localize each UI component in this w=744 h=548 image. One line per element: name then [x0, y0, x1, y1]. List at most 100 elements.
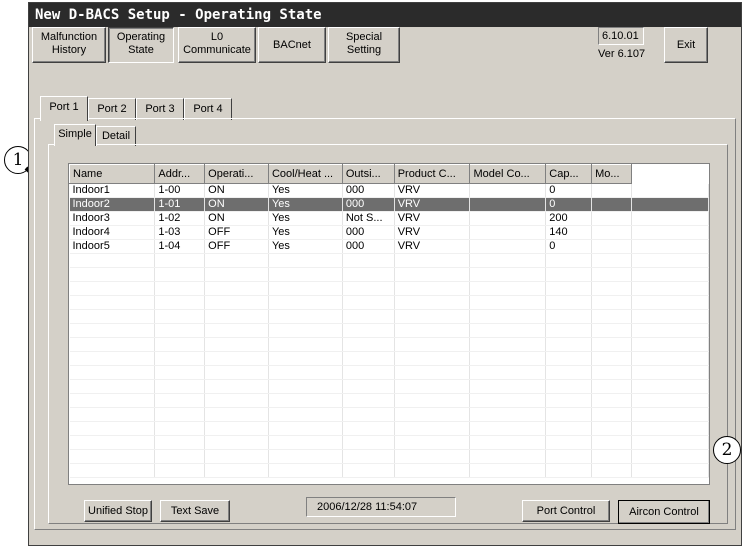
- table-row[interactable]: [69, 281, 709, 296]
- column-header[interactable]: Addr...: [154, 164, 206, 184]
- table-cell: [469, 435, 547, 450]
- text-save-label: Text Save: [170, 505, 220, 517]
- table-row[interactable]: [69, 295, 709, 310]
- table-cell: [591, 253, 632, 268]
- malfunction-history-button[interactable]: Malfunction History: [32, 27, 106, 63]
- table-cell: [268, 407, 343, 422]
- table-cell: [204, 379, 269, 394]
- table-row[interactable]: [69, 267, 709, 282]
- tab-simple[interactable]: Simple: [54, 124, 96, 146]
- column-header[interactable]: Operati...: [204, 164, 269, 184]
- table-row[interactable]: [69, 379, 709, 394]
- table-cell: [469, 365, 547, 380]
- column-header[interactable]: Name: [69, 164, 156, 184]
- table-cell: [342, 407, 395, 422]
- table-row[interactable]: [69, 407, 709, 422]
- table-row[interactable]: [69, 393, 709, 408]
- table-cell: 1-00: [154, 183, 206, 198]
- table-cell: [591, 449, 632, 464]
- table-cell: [591, 281, 632, 296]
- table-cell: [591, 267, 632, 282]
- column-header[interactable]: Model Co...: [469, 164, 547, 184]
- table-row[interactable]: [69, 323, 709, 338]
- table-cell-blank: [631, 309, 709, 324]
- bacnet-button[interactable]: BACnet: [258, 27, 326, 63]
- column-header-blank: [631, 164, 709, 184]
- special-setting-button[interactable]: Special Setting: [328, 27, 400, 63]
- column-header[interactable]: Product C...: [393, 164, 471, 184]
- tab-detail[interactable]: Detail: [96, 126, 136, 146]
- table-cell: [154, 463, 206, 478]
- table-row[interactable]: [69, 365, 709, 380]
- table-row[interactable]: Indoor5 1-04 OFF Yes 000 VRV 0: [69, 239, 709, 254]
- table-cell: [469, 351, 547, 366]
- operating-state-button[interactable]: Operating State: [108, 27, 174, 63]
- table-cell-blank: [631, 323, 709, 338]
- column-header[interactable]: Cool/Heat ...: [267, 164, 343, 184]
- table-cell: [545, 463, 593, 478]
- table-cell: [69, 407, 156, 422]
- table-cell: [69, 449, 156, 464]
- tab-port-3[interactable]: Port 3: [136, 98, 184, 120]
- table-cell-blank: [631, 211, 709, 226]
- table-row[interactable]: Indoor3 1-02 ON Yes Not S... VRV 200: [69, 211, 709, 226]
- table-cell: OFF: [204, 225, 269, 240]
- table-cell: [154, 393, 206, 408]
- table-row[interactable]: [69, 435, 709, 450]
- table-cell: [69, 281, 156, 296]
- table-cell: [545, 351, 593, 366]
- port-control-button[interactable]: Port Control: [522, 500, 610, 522]
- table-cell: [154, 295, 206, 310]
- tab-port-1[interactable]: Port 1: [40, 96, 88, 121]
- table-row[interactable]: [69, 463, 709, 478]
- table-cell: [154, 267, 206, 282]
- table-cell: [204, 267, 269, 282]
- table-cell: [268, 323, 343, 338]
- table-cell: [545, 449, 593, 464]
- table-cell: [204, 337, 269, 352]
- table-cell: [591, 337, 632, 352]
- table-cell: VRV: [394, 197, 471, 212]
- table-cell: [342, 351, 395, 366]
- table-cell: [469, 183, 547, 198]
- aircon-control-button[interactable]: Aircon Control: [618, 500, 710, 524]
- table-cell: [69, 421, 156, 436]
- table-cell: [342, 393, 395, 408]
- column-header[interactable]: Outsi...: [341, 164, 395, 184]
- table-cell: 000: [342, 183, 395, 198]
- table-cell: [591, 407, 632, 422]
- table-row[interactable]: [69, 337, 709, 352]
- table-row[interactable]: [69, 351, 709, 366]
- table-row[interactable]: [69, 253, 709, 268]
- unified-stop-button[interactable]: Unified Stop: [84, 500, 152, 522]
- tab-port-4[interactable]: Port 4: [184, 98, 232, 120]
- table-cell: [204, 449, 269, 464]
- table-row[interactable]: Indoor4 1-03 OFF Yes 000 VRV 140: [69, 225, 709, 240]
- table-cell: VRV: [394, 239, 471, 254]
- table-cell: Indoor1: [69, 183, 156, 198]
- tab-port-2[interactable]: Port 2: [88, 98, 136, 120]
- column-header[interactable]: Mo...: [591, 164, 632, 184]
- table-row[interactable]: [69, 309, 709, 324]
- table-cell: Yes: [268, 239, 343, 254]
- table-cell: [268, 463, 343, 478]
- unit-table[interactable]: Name Addr... Operati... Cool/Heat ... Ou…: [68, 163, 710, 485]
- exit-button[interactable]: Exit: [664, 27, 708, 63]
- table-cell: [268, 393, 343, 408]
- table-cell: [591, 183, 632, 198]
- lo-communicate-button[interactable]: L0 Communicate: [178, 27, 256, 63]
- table-row[interactable]: [69, 421, 709, 436]
- table-row[interactable]: Indoor2 1-01 ON Yes 000 VRV 0: [69, 197, 709, 212]
- table-cell: [591, 351, 632, 366]
- table-cell: [469, 281, 547, 296]
- callout-2-marker: 2: [713, 436, 741, 464]
- table-cell-blank: [631, 435, 709, 450]
- table-row[interactable]: [69, 449, 709, 464]
- table-cell: [154, 281, 206, 296]
- table-row[interactable]: Indoor1 1-00 ON Yes 000 VRV 0: [69, 183, 709, 198]
- text-save-button[interactable]: Text Save: [160, 500, 230, 522]
- table-cell: [591, 295, 632, 310]
- table-cell: [204, 421, 269, 436]
- table-cell: [545, 253, 593, 268]
- column-header[interactable]: Cap...: [545, 164, 593, 184]
